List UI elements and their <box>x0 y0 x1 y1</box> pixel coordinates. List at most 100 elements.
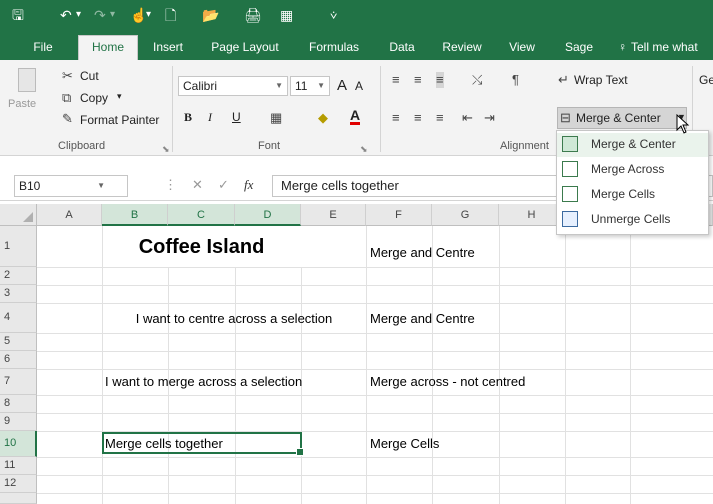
align-bottom-icon[interactable]: ≡ <box>436 72 444 88</box>
clipboard-launcher-icon[interactable]: ⬊ <box>162 141 170 157</box>
column-header-b[interactable]: B <box>102 204 168 226</box>
column-header-g[interactable]: G <box>432 204 499 226</box>
save-icon[interactable]: 🖫 <box>12 6 24 24</box>
decrease-font-button[interactable]: A <box>355 79 363 93</box>
lightbulb-icon: ♀ <box>618 40 627 54</box>
row-header-1[interactable]: 1 <box>0 226 37 267</box>
tab-formulas[interactable]: Formulas <box>304 36 364 60</box>
column-header-f[interactable]: F <box>366 204 432 226</box>
insert-function-icon[interactable]: fx <box>244 177 253 193</box>
name-box[interactable]: B10 ▼ <box>14 175 128 197</box>
italic-button[interactable]: I <box>208 110 212 125</box>
column-header-c[interactable]: C <box>168 204 235 226</box>
undo-icon[interactable]: ↶ <box>60 6 72 24</box>
tab-review[interactable]: Review <box>436 36 488 60</box>
tab-insert[interactable]: Insert <box>146 36 190 60</box>
row-header-3[interactable]: 3 <box>0 285 37 303</box>
row-header-11[interactable]: 11 <box>0 457 37 475</box>
font-name-select[interactable]: Calibri ▼ <box>178 76 288 96</box>
redo-dropdown-icon[interactable]: ▾ <box>110 6 115 24</box>
copy-dropdown-icon[interactable]: ▾ <box>117 91 122 102</box>
row-header-5[interactable]: 5 <box>0 333 37 351</box>
column-header-e[interactable]: E <box>301 204 366 226</box>
grid-line <box>102 226 103 504</box>
select-all-button[interactable] <box>0 204 37 226</box>
row-header-7[interactable]: 7 <box>0 369 37 395</box>
align-top-icon[interactable]: ≡ <box>392 72 400 88</box>
redo-icon[interactable]: ↷ <box>94 6 106 24</box>
bold-button[interactable]: B <box>184 110 192 125</box>
form-icon[interactable]: ▦ <box>280 6 293 24</box>
align-right-icon[interactable]: ≡ <box>436 110 444 126</box>
number-format-select[interactable]: Ge <box>699 73 713 87</box>
cut-label[interactable]: Cut <box>80 69 99 83</box>
row-header-13[interactable] <box>0 493 37 504</box>
copy-icon[interactable]: ⧉ <box>62 90 71 106</box>
cell-f7[interactable]: Merge across - not centred <box>370 374 525 389</box>
touch-dropdown-icon[interactable]: ▾ <box>146 6 151 24</box>
underline-button[interactable]: U <box>232 110 241 124</box>
align-middle-icon[interactable]: ≡ <box>414 72 422 88</box>
row-header-9[interactable]: 9 <box>0 413 37 431</box>
cell-b4[interactable]: I want to centre across a selection <box>102 311 366 326</box>
align-center-icon[interactable]: ≡ <box>414 110 422 126</box>
touch-mode-icon[interactable]: ☝ <box>130 6 147 24</box>
new-icon[interactable]: 🗋 <box>165 6 176 24</box>
format-painter-icon[interactable]: ✎ <box>62 111 73 127</box>
font-launcher-icon[interactable]: ⬊ <box>360 141 368 157</box>
cell-f10[interactable]: Merge Cells <box>370 436 439 451</box>
tell-me-search[interactable]: ♀ Tell me what <box>618 36 713 60</box>
open-icon[interactable]: 📂 <box>202 6 219 24</box>
font-size-select[interactable]: 11 ▼ <box>290 76 330 96</box>
cell-f4[interactable]: Merge and Centre <box>370 311 475 326</box>
enter-icon[interactable]: ✓ <box>218 177 229 193</box>
increase-indent-icon[interactable]: ⇥ <box>484 110 495 126</box>
cell-f1[interactable]: Merge and Centre <box>370 245 475 260</box>
orientation-icon[interactable]: ⤯ <box>472 72 482 88</box>
menu-item-merge-center[interactable]: Merge & Center <box>557 133 708 157</box>
cancel-icon[interactable]: ✕ <box>192 177 203 193</box>
merge-center-button[interactable]: ⊟ Merge & Center ▼ <box>557 107 687 129</box>
cell-b1-title[interactable]: Coffee Island <box>102 236 301 259</box>
row-header-10[interactable]: 10 <box>0 431 37 457</box>
tab-home[interactable]: Home <box>78 35 138 60</box>
decrease-indent-icon[interactable]: ⇤ <box>462 110 473 126</box>
menu-item-merge-across[interactable]: Merge Across <box>557 158 708 182</box>
paragraph-direction-icon[interactable]: ¶ <box>512 72 519 88</box>
increase-font-button[interactable]: A <box>337 77 347 94</box>
paste-button[interactable]: Paste <box>8 66 42 116</box>
row-header-2[interactable]: 2 <box>0 267 37 285</box>
row-header-4[interactable]: 4 <box>0 303 37 333</box>
column-header-d[interactable]: D <box>235 204 301 226</box>
print-icon[interactable]: 🖨 <box>244 6 262 24</box>
grid-line <box>630 226 631 504</box>
scissors-icon[interactable]: ✂ <box>62 68 73 84</box>
borders-icon[interactable]: ▦ <box>270 110 282 126</box>
copy-label[interactable]: Copy <box>80 91 108 105</box>
tab-data[interactable]: Data <box>384 36 420 60</box>
cell-b7[interactable]: I want to merge across a selection <box>105 374 302 389</box>
column-header-a[interactable]: A <box>37 204 102 226</box>
chevron-down-icon: ▼ <box>317 81 325 90</box>
grid-line <box>37 351 713 352</box>
grid-line <box>432 226 433 504</box>
align-left-icon[interactable]: ≡ <box>392 110 400 126</box>
menu-item-unmerge-cells[interactable]: Unmerge Cells <box>557 208 708 232</box>
tab-page-layout[interactable]: Page Layout <box>206 36 284 60</box>
tab-view[interactable]: View <box>503 36 541 60</box>
grid-line <box>499 226 500 504</box>
tab-file[interactable]: File <box>26 36 60 60</box>
grid-line <box>37 303 713 304</box>
format-painter-label[interactable]: Format Painter <box>80 113 159 127</box>
wrap-text-icon[interactable]: ↵ <box>558 72 569 88</box>
row-header-12[interactable]: 12 <box>0 475 37 493</box>
undo-dropdown-icon[interactable]: ▾ <box>76 6 81 24</box>
row-header-8[interactable]: 8 <box>0 395 37 413</box>
row-header-6[interactable]: 6 <box>0 351 37 369</box>
wrap-text-button[interactable]: Wrap Text <box>574 73 628 87</box>
fill-color-icon[interactable]: ◆ <box>318 110 328 126</box>
tab-sage[interactable]: Sage <box>560 36 598 60</box>
customize-qat-icon[interactable]: ⩒ <box>330 6 337 24</box>
menu-item-merge-cells[interactable]: Merge Cells <box>557 183 708 207</box>
font-color-icon[interactable]: A <box>350 108 361 125</box>
